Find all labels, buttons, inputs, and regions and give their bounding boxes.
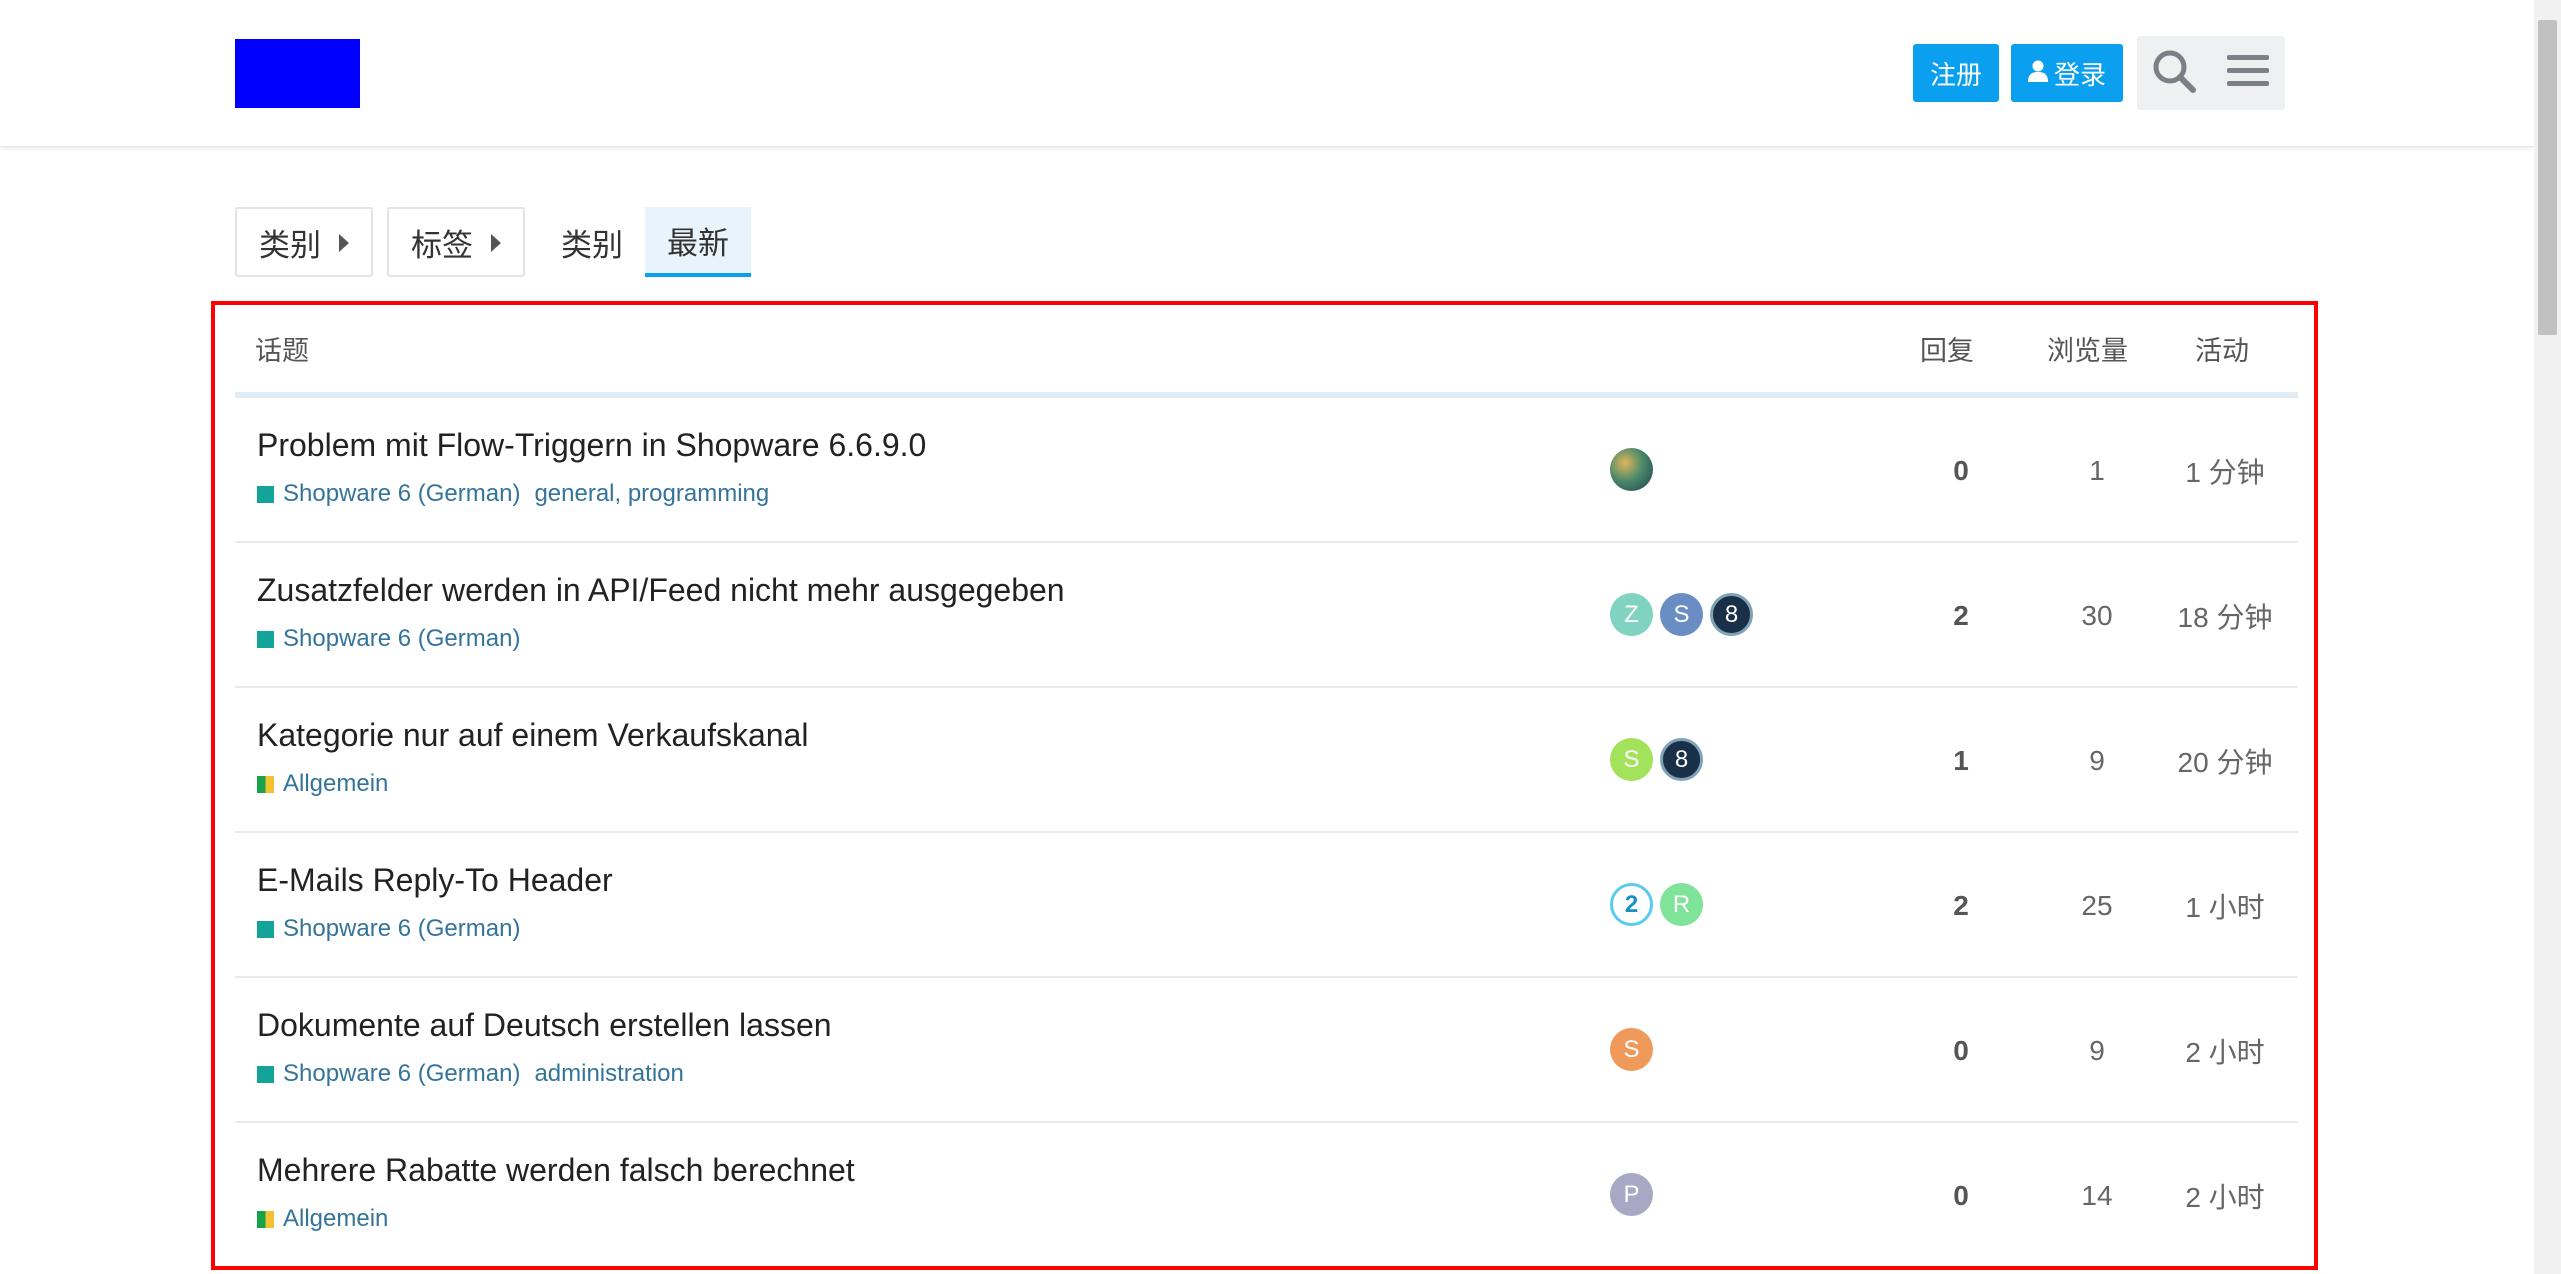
poster-avatar[interactable]: 2 [1610,883,1653,926]
topic-title-link[interactable]: Mehrere Rabatte werden falsch berechnet [257,1152,855,1189]
topic-meta: Shopware 6 (German) [257,625,520,653]
topic-title-link[interactable]: Kategorie nur auf einem Verkaufskanal [257,717,808,754]
topic-list: 话题 回复 浏览量 活动 Problem mit Flow-Triggern i… [235,301,2298,1268]
topic-posters: S8 [1610,738,1703,781]
topic-row: Mehrere Rabatte werden falsch berechnet … [235,1123,2298,1268]
category-badge-icon [257,1210,274,1228]
search-icon [2151,48,2197,99]
search-button[interactable] [2137,36,2212,110]
topic-meta: Shopware 6 (German) general, programming [257,480,769,508]
topic-title-link[interactable]: E-Mails Reply-To Header [257,862,613,899]
caret-right-icon [339,224,349,260]
poster-avatar[interactable]: R [1660,883,1703,926]
activity-time[interactable]: 2 小时 [2155,978,2295,1123]
views-count: 9 [2089,744,2105,776]
menu-button[interactable] [2211,36,2286,110]
replies-count: 2 [1953,889,1969,921]
replies-count: 2 [1953,599,1969,631]
site-header: 注册 登录 [0,0,2534,147]
views-count: 30 [2081,599,2113,631]
replies-count: 0 [1953,454,1969,486]
activity-time[interactable]: 1 分钟 [2155,398,2295,543]
category-badge-icon [257,775,274,793]
activity-time[interactable]: 2 小时 [2155,1123,2295,1268]
category-link[interactable]: Shopware 6 (German) [283,625,520,653]
activity-time[interactable]: 1 小时 [2155,833,2295,978]
navigation-bar: 类别 标签 类别 最新 [235,207,751,277]
topic-posters [1610,448,1653,491]
user-icon [2028,58,2049,89]
topic-meta: Shopware 6 (German) [257,915,520,943]
category-badge-icon [257,1065,274,1083]
login-label: 登录 [2054,59,2107,90]
topic-posters: ZS8 [1610,593,1753,636]
nav-latest-link[interactable]: 最新 [645,207,751,277]
topic-tags[interactable]: administration [534,1060,683,1088]
category-link[interactable]: Shopware 6 (German) [283,915,520,943]
poster-avatar[interactable] [1610,448,1653,491]
views-count: 14 [2081,1179,2113,1211]
replies-count: 0 [1953,1034,1969,1066]
poster-avatar[interactable]: 8 [1660,738,1703,781]
views-count: 25 [2081,889,2113,921]
header-activity[interactable]: 活动 [2195,329,2249,368]
categories-dropdown[interactable]: 类别 [235,207,373,277]
header-views[interactable]: 浏览量 [2047,329,2128,368]
header-actions: 注册 登录 [1913,36,2286,110]
register-label: 注册 [1930,59,1983,90]
replies-count: 1 [1953,744,1969,776]
nav-categories-link[interactable]: 类别 [539,207,645,277]
caret-right-icon [491,224,501,260]
category-badge-icon [257,630,274,648]
activity-time[interactable]: 18 分钟 [2155,543,2295,688]
register-button[interactable]: 注册 [1913,44,2000,102]
activity-time[interactable]: 20 分钟 [2155,688,2295,833]
poster-avatar[interactable]: S [1610,1028,1653,1071]
category-badge-icon [257,485,274,503]
poster-avatar[interactable]: S [1610,738,1653,781]
category-link[interactable]: Allgemein [283,1205,388,1233]
topic-row: Dokumente auf Deutsch erstellen lassen S… [235,978,2298,1123]
views-count: 9 [2089,1034,2105,1066]
topic-meta: Allgemein [257,1205,388,1233]
header-replies[interactable]: 回复 [1920,329,1974,368]
topic-rows: Problem mit Flow-Triggern in Shopware 6.… [235,398,2298,1268]
category-link[interactable]: Allgemein [283,770,388,798]
topic-title-link[interactable]: Dokumente auf Deutsch erstellen lassen [257,1007,832,1044]
views-count: 1 [2089,454,2105,486]
poster-avatar[interactable]: 8 [1710,593,1753,636]
topic-title-link[interactable]: Zusatzfelder werden in API/Feed nicht me… [257,572,1065,609]
topic-title-link[interactable]: Problem mit Flow-Triggern in Shopware 6.… [257,427,926,464]
category-link[interactable]: Shopware 6 (German) [283,1060,520,1088]
topic-row: E-Mails Reply-To Header Shopware 6 (Germ… [235,833,2298,978]
topic-row: Problem mit Flow-Triggern in Shopware 6.… [235,398,2298,543]
topic-list-header: 话题 回复 浏览量 活动 [235,301,2298,398]
categories-dropdown-label: 类别 [259,227,321,263]
topic-posters: 2R [1610,883,1703,926]
poster-avatar[interactable]: S [1660,593,1703,636]
category-badge-icon [257,920,274,938]
topic-tags[interactable]: general, programming [534,480,769,508]
scrollbar-thumb[interactable] [2538,20,2557,335]
category-link[interactable]: Shopware 6 (German) [283,480,520,508]
site-logo[interactable] [235,39,360,108]
topic-posters: P [1610,1173,1653,1216]
topic-row: Zusatzfelder werden in API/Feed nicht me… [235,543,2298,688]
header-topic[interactable]: 话题 [255,329,309,368]
poster-avatar[interactable]: P [1610,1173,1653,1216]
tags-dropdown-label: 标签 [411,227,473,263]
topic-posters: S [1610,1028,1653,1071]
hamburger-menu-icon [2227,53,2270,94]
login-button[interactable]: 登录 [2011,44,2124,102]
poster-avatar[interactable]: Z [1610,593,1653,636]
tags-dropdown[interactable]: 标签 [387,207,525,277]
topic-meta: Allgemein [257,770,388,798]
topic-row: Kategorie nur auf einem Verkaufskanal Al… [235,688,2298,833]
topic-meta: Shopware 6 (German) administration [257,1060,684,1088]
scrollbar[interactable] [2534,0,2561,1274]
replies-count: 0 [1953,1179,1969,1211]
